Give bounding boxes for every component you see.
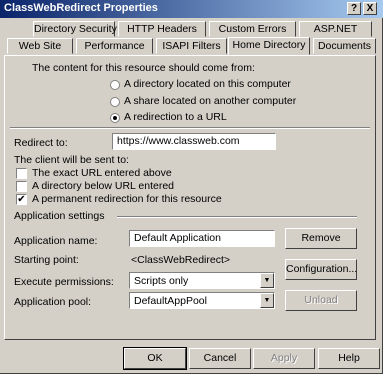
execute-permissions-value: Scripts only — [134, 275, 189, 287]
tab-documents[interactable]: Documents — [313, 38, 376, 54]
tab-isapi-filters[interactable]: ISAPI Filters — [156, 38, 227, 54]
content-source-heading: The content for this resource should com… — [32, 62, 255, 74]
radio-local-directory[interactable] — [110, 80, 120, 90]
apply-button[interactable]: Apply — [253, 348, 315, 369]
tab-asp-net[interactable]: ASP.NET — [299, 21, 372, 37]
tab-home-directory[interactable]: Home Directory — [228, 37, 310, 55]
tab-performance[interactable]: Performance — [76, 38, 153, 54]
checkbox-directory-below[interactable] — [16, 181, 27, 192]
tab-http-headers[interactable]: HTTP Headers — [118, 21, 206, 37]
radio-network-share-label: A share located on another computer — [124, 95, 297, 107]
app-settings-heading: Application settings — [14, 210, 105, 222]
app-pool-value: DefaultAppPool — [134, 295, 207, 307]
window-title: ClassWebRedirect Properties — [4, 2, 158, 14]
radio-url-redirection[interactable] — [110, 113, 120, 123]
radio-url-redirection-label: A redirection to a URL — [124, 111, 227, 123]
unload-button[interactable]: Unload — [285, 290, 357, 311]
execute-permissions-label: Execute permissions: — [14, 276, 114, 288]
section-divider — [10, 127, 370, 129]
radio-network-share[interactable] — [110, 97, 120, 107]
redirect-url-input[interactable]: https://www.classweb.com — [112, 133, 276, 150]
checkbox-permanent-redirection[interactable]: ✔ — [16, 194, 27, 205]
help-title-button[interactable]: ? — [347, 2, 361, 15]
properties-dialog: ClassWebRedirect Properties ? X Director… — [0, 0, 383, 374]
chevron-down-icon[interactable]: ▼ — [260, 293, 274, 308]
redirect-label: Redirect to: — [14, 137, 68, 149]
client-sent-heading: The client will be sent to: — [14, 154, 129, 166]
radio-local-directory-label: A directory located on this computer — [124, 78, 291, 90]
chevron-down-icon[interactable]: ▼ — [260, 273, 274, 288]
help-button[interactable]: Help — [318, 348, 380, 369]
checkbox-exact-url-label: The exact URL entered above — [32, 167, 172, 179]
configuration-button[interactable]: Configuration... — [285, 259, 357, 280]
tab-web-site[interactable]: Web Site — [7, 38, 73, 54]
ok-button[interactable]: OK — [123, 347, 187, 370]
app-name-label: Application name: — [14, 235, 98, 247]
tab-directory-security[interactable]: Directory Security — [33, 21, 117, 37]
checkbox-directory-below-label: A directory below URL entered — [32, 180, 175, 192]
app-pool-select[interactable]: DefaultAppPool ▼ — [129, 292, 275, 309]
starting-point-value: <ClassWebRedirect> — [131, 254, 231, 266]
app-settings-divider — [117, 216, 357, 218]
starting-point-label: Starting point: — [14, 254, 79, 266]
execute-permissions-select[interactable]: Scripts only ▼ — [129, 272, 275, 289]
app-name-input[interactable]: Default Application — [129, 230, 275, 247]
close-title-button[interactable]: X — [363, 2, 377, 15]
app-pool-label: Application pool: — [14, 296, 92, 308]
checkbox-exact-url[interactable] — [16, 168, 27, 179]
title-bar[interactable]: ClassWebRedirect Properties ? X — [0, 0, 383, 18]
checkbox-permanent-redirection-label: A permanent redirection for this resourc… — [32, 193, 222, 205]
tab-custom-errors[interactable]: Custom Errors — [209, 21, 296, 37]
remove-button[interactable]: Remove — [285, 228, 357, 249]
cancel-button[interactable]: Cancel — [189, 348, 251, 369]
